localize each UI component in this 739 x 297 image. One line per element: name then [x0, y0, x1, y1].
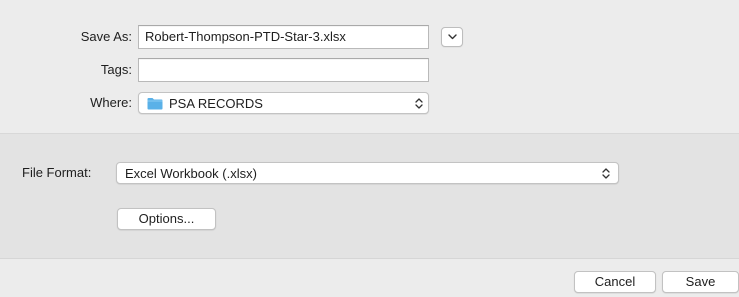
- updown-arrows-icon: [410, 97, 428, 109]
- save-location-section: Save As: Robert-Thompson-PTD-Star-3.xlsx…: [0, 0, 739, 133]
- file-format-popup[interactable]: Excel Workbook (.xlsx): [116, 162, 619, 184]
- folder-icon: [147, 97, 163, 110]
- tags-input[interactable]: [138, 58, 429, 82]
- save-button[interactable]: Save: [662, 271, 739, 293]
- file-format-label: File Format:: [22, 165, 92, 180]
- options-button[interactable]: Options...: [117, 208, 216, 230]
- updown-arrows-icon: [594, 167, 618, 179]
- save-as-input[interactable]: Robert-Thompson-PTD-Star-3.xlsx: [138, 25, 429, 49]
- save-dialog: Save As: Robert-Thompson-PTD-Star-3.xlsx…: [0, 0, 739, 297]
- where-label: Where:: [90, 95, 132, 110]
- button-bar: Cancel Save: [0, 259, 739, 297]
- save-as-label: Save As:: [80, 29, 132, 44]
- where-value: PSA RECORDS: [169, 95, 263, 111]
- chevron-down-icon: [447, 34, 457, 40]
- where-popup[interactable]: PSA RECORDS: [138, 92, 429, 114]
- cancel-button[interactable]: Cancel: [574, 271, 656, 293]
- file-format-value: Excel Workbook (.xlsx): [125, 165, 257, 181]
- tags-label: Tags:: [100, 62, 132, 77]
- format-section: File Format: Excel Workbook (.xlsx) Opti…: [0, 134, 739, 258]
- expand-dialog-button[interactable]: [441, 27, 463, 47]
